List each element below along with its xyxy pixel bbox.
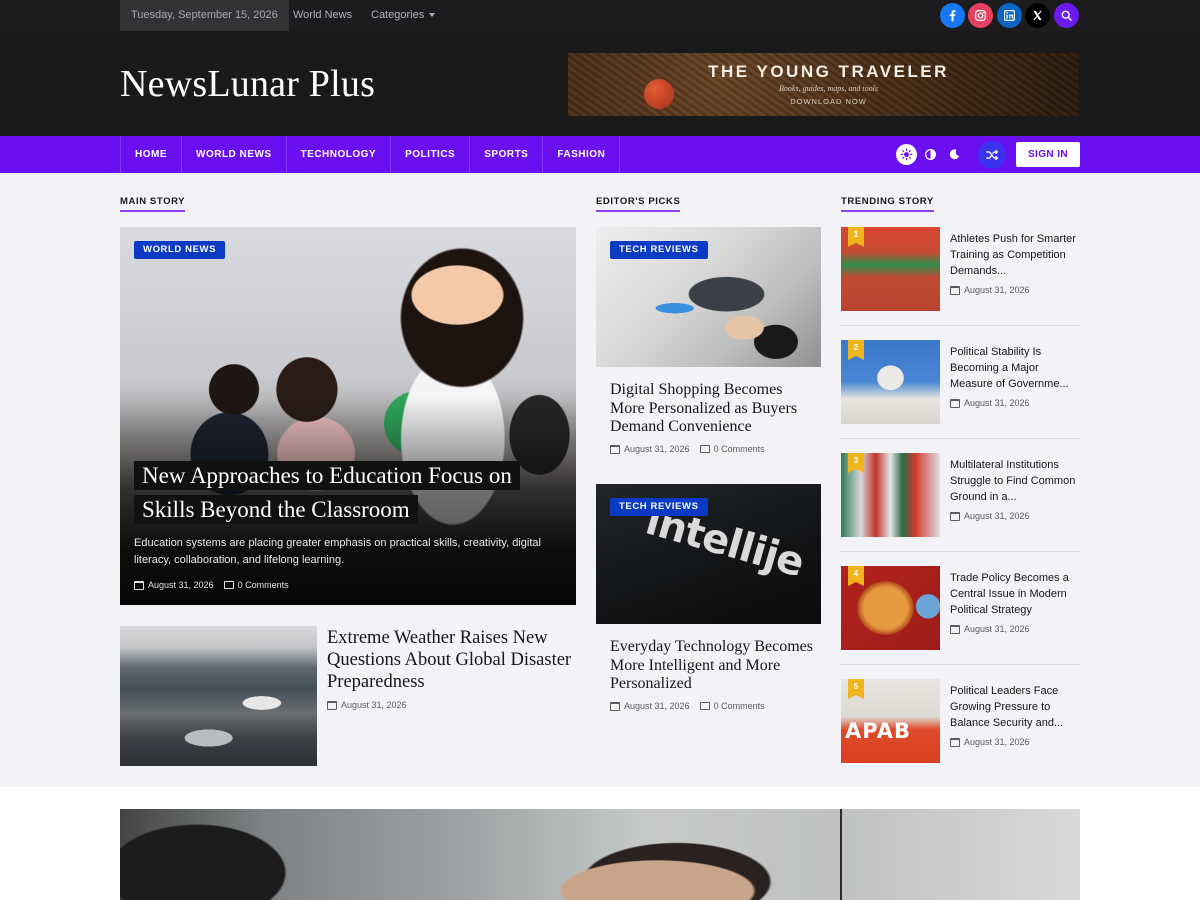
- trending-item-title[interactable]: Trade Policy Becomes a Central Issue in …: [950, 570, 1080, 618]
- editors-picks-heading: EDITOR'S PICKS: [596, 196, 681, 212]
- calendar-icon: [950, 737, 960, 747]
- trending-item-date: August 31, 2026: [964, 737, 1030, 747]
- trending-item-title[interactable]: Political Leaders Face Growing Pressure …: [950, 683, 1080, 731]
- main-story-category-badge[interactable]: WORLD NEWS: [134, 241, 226, 259]
- trending-item-title[interactable]: Athletes Push for Smarter Training as Co…: [950, 231, 1080, 279]
- categories-label: Categories: [371, 9, 425, 21]
- trending-story-heading: TRENDING STORY: [841, 196, 934, 212]
- nav-item-home[interactable]: HOME: [121, 136, 182, 173]
- nav-item-sports[interactable]: SPORTS: [470, 136, 544, 173]
- editors-pick-1-comments[interactable]: 0 Comments: [714, 444, 765, 454]
- comment-icon: [699, 445, 710, 453]
- facebook-icon[interactable]: [940, 3, 965, 28]
- divider: [841, 664, 1080, 665]
- image-divider: [840, 809, 842, 900]
- trending-item-image-text: APAB: [845, 719, 911, 743]
- trending-item-meta: August 31, 2026: [950, 511, 1030, 521]
- calendar-icon: [327, 700, 337, 710]
- sign-in-button[interactable]: SIGN IN: [1016, 142, 1080, 167]
- editors-pick-1-category-badge[interactable]: TECH REVIEWS: [610, 241, 708, 259]
- main-story-heading: MAIN STORY: [120, 196, 186, 212]
- trending-item-title[interactable]: Political Stability Is Becoming a Major …: [950, 344, 1080, 392]
- comment-icon: [223, 581, 234, 589]
- editors-pick-1-meta: August 31, 2026 0 Comments: [610, 444, 765, 454]
- light-mode-icon[interactable]: [896, 144, 917, 165]
- secondary-story-meta: August 31, 2026: [327, 700, 407, 710]
- secondary-story-date: August 31, 2026: [341, 700, 407, 710]
- top-link-world-news[interactable]: World News: [293, 0, 352, 31]
- banner-cta: DOWNLOAD NOW: [790, 97, 867, 106]
- shuffle-icon[interactable]: [978, 141, 1006, 169]
- banner-title: THE YOUNG TRAVELER: [708, 62, 949, 81]
- current-date: Tuesday, September 15, 2026: [120, 0, 289, 31]
- calendar-icon: [950, 624, 960, 634]
- trending-item-date: August 31, 2026: [964, 398, 1030, 408]
- site-header: NewsLunar Plus THE YOUNG TRAVELER Books,…: [0, 31, 1200, 136]
- trending-item-meta: August 31, 2026: [950, 285, 1030, 295]
- trending-item: 4 Trade Policy Becomes a Central Issue i…: [841, 566, 1080, 679]
- trending-item: 2 Political Stability Is Becoming a Majo…: [841, 340, 1080, 453]
- calendar-icon: [610, 444, 620, 454]
- calendar-icon: [950, 285, 960, 295]
- comment-icon: [699, 702, 710, 710]
- main-story-title-line2: Skills Beyond the Classroom: [134, 495, 418, 524]
- calendar-icon: [950, 398, 960, 408]
- x-icon[interactable]: [1025, 3, 1050, 28]
- editors-pick-2-category-badge[interactable]: TECH REVIEWS: [610, 498, 708, 516]
- editors-pick-2-date: August 31, 2026: [624, 701, 690, 711]
- editors-pick-2-title[interactable]: Everyday Technology Becomes More Intelli…: [610, 638, 820, 694]
- top-bar: Tuesday, September 15, 2026 World News C…: [0, 0, 1200, 31]
- main-story-date: August 31, 2026: [148, 580, 214, 590]
- editors-pick-2-comments[interactable]: 0 Comments: [714, 701, 765, 711]
- main-story-title-line1: New Approaches to Education Focus on: [134, 461, 520, 490]
- main-story-comments[interactable]: 0 Comments: [238, 580, 289, 590]
- auto-mode-icon[interactable]: [920, 144, 941, 165]
- editors-pick-2-meta: August 31, 2026 0 Comments: [610, 701, 765, 711]
- trending-item-meta: August 31, 2026: [950, 398, 1030, 408]
- calendar-icon: [134, 580, 144, 590]
- divider: [841, 551, 1080, 552]
- search-icon[interactable]: [1054, 3, 1079, 28]
- editors-pick-1-date: August 31, 2026: [624, 444, 690, 454]
- trending-item-meta: August 31, 2026: [950, 737, 1030, 747]
- divider: [841, 438, 1080, 439]
- trending-item-date: August 31, 2026: [964, 511, 1030, 521]
- secondary-story-title[interactable]: Extreme Weather Raises New Questions Abo…: [327, 627, 577, 693]
- secondary-story-image[interactable]: [120, 626, 317, 766]
- trending-item-date: August 31, 2026: [964, 285, 1030, 295]
- instagram-icon[interactable]: [968, 3, 993, 28]
- trending-item: APAB 5 Political Leaders Face Growing Pr…: [841, 679, 1080, 792]
- calendar-icon: [610, 701, 620, 711]
- nav-menu: HOME WORLD NEWS TECHNOLOGY POLITICS SPOR…: [120, 136, 621, 173]
- dark-mode-icon[interactable]: [944, 144, 965, 165]
- trending-item-meta: August 31, 2026: [950, 624, 1030, 634]
- trending-item-date: August 31, 2026: [964, 624, 1030, 634]
- chevron-down-icon: [429, 13, 436, 18]
- nav-item-technology[interactable]: TECHNOLOGY: [287, 136, 392, 173]
- banner-subtitle: Books, guides, maps, and tools: [779, 84, 878, 93]
- main-story-title[interactable]: New Approaches to Education Focus on Skil…: [134, 459, 554, 527]
- calendar-icon: [950, 511, 960, 521]
- linkedin-icon[interactable]: [997, 3, 1022, 28]
- trending-item: 1 Athletes Push for Smarter Training as …: [841, 227, 1080, 340]
- trending-item-title[interactable]: Multilateral Institutions Struggle to Fi…: [950, 457, 1080, 505]
- divider: [841, 325, 1080, 326]
- site-title[interactable]: NewsLunar Plus: [120, 62, 375, 106]
- nav-item-fashion[interactable]: FASHION: [543, 136, 621, 173]
- featured-story-image[interactable]: [120, 809, 1080, 900]
- main-story-meta: August 31, 2026 0 Comments: [134, 580, 289, 590]
- nav-item-politics[interactable]: POLITICS: [391, 136, 471, 173]
- top-link-categories[interactable]: Categories: [371, 0, 436, 31]
- advertisement-banner[interactable]: THE YOUNG TRAVELER Books, guides, maps, …: [568, 53, 1079, 116]
- nav-item-world-news[interactable]: WORLD NEWS: [182, 136, 287, 173]
- main-story-excerpt: Education systems are placing greater em…: [134, 537, 541, 566]
- trending-item: 3 Multilateral Institutions Struggle to …: [841, 453, 1080, 566]
- editors-pick-1-title[interactable]: Digital Shopping Becomes More Personaliz…: [610, 381, 820, 437]
